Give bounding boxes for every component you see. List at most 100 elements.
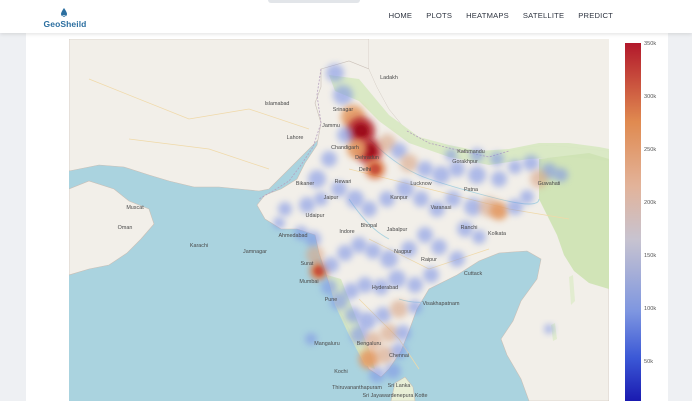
heat-blob xyxy=(357,277,373,293)
heat-blob xyxy=(417,161,433,177)
heat-blob xyxy=(351,237,367,253)
map-label-udaipur: Udaipur xyxy=(306,213,325,219)
nav-home[interactable]: HOME xyxy=(389,11,413,20)
map-label-thiruvananthapuram: Thiruvananthapuram xyxy=(332,385,382,391)
map-label-chandigarh: Chandigarh xyxy=(331,145,359,151)
heat-blob xyxy=(323,257,339,273)
heat-blob xyxy=(361,201,377,217)
map-label-muscat: Muscat xyxy=(126,205,144,211)
heat-blob xyxy=(273,217,285,229)
map-label-bikaner: Bikaner xyxy=(296,181,314,187)
heat-blob xyxy=(395,325,411,341)
heat-blob xyxy=(432,166,450,184)
heat-blob xyxy=(544,324,554,334)
heat-blob xyxy=(508,160,522,174)
map-label-pune: Pune xyxy=(325,297,338,303)
map-label-karachi: Karachi xyxy=(190,243,208,249)
heat-blob xyxy=(431,239,447,255)
colorbar-tick-100k: 100k xyxy=(644,306,657,312)
heat-blob xyxy=(423,267,439,283)
map-label-lahore: Lahore xyxy=(287,135,304,141)
heat-blob xyxy=(375,307,391,323)
heat-blob xyxy=(321,151,337,167)
map-label-colombo: Sri Jayawardenepura Kotte xyxy=(362,393,427,399)
map-label-raipur: Raipur xyxy=(421,257,437,263)
map-label-delhi: Delhi xyxy=(359,167,371,173)
heat-blob xyxy=(359,349,379,369)
colorbar-tick-200k: 200k xyxy=(644,200,657,206)
map-label-ladakh: Ladakh xyxy=(380,75,398,81)
heat-blob xyxy=(491,171,507,187)
map-label-srilanka: Sri Lanka xyxy=(388,383,411,389)
heat-blob xyxy=(333,85,353,105)
main-nav: HOME PLOTS HEATMAPS SATELLITE PREDICT xyxy=(389,11,613,20)
colorbar-tick-150k: 150k xyxy=(644,253,657,259)
brand-logo[interactable]: GeoSheild xyxy=(40,7,90,29)
heat-blob xyxy=(490,152,504,166)
map-label-oman: Oman xyxy=(118,225,133,231)
heat-blob xyxy=(472,230,486,244)
heat-blob xyxy=(385,363,401,379)
map-label-bhopal: Bhopal xyxy=(361,223,378,229)
map-label-gorakhpur: Gorakhpur xyxy=(452,159,478,165)
brand-name: GeoSheild xyxy=(43,19,87,29)
heat-blob xyxy=(299,197,315,213)
heat-blob xyxy=(523,155,539,171)
heat-blob xyxy=(326,64,344,82)
heat-blob xyxy=(365,243,381,259)
map-label-chennai: Chennai xyxy=(389,353,409,359)
heat-blob xyxy=(390,300,408,318)
map-label-ranchi: Ranchi xyxy=(461,225,478,231)
heat-blob xyxy=(449,251,465,267)
nav-plots[interactable]: PLOTS xyxy=(426,11,452,20)
map-label-bengaluru: Bengaluru xyxy=(357,341,382,347)
map-label-patna: Patna xyxy=(464,187,478,193)
nav-satellite[interactable]: SATELLITE xyxy=(523,11,564,20)
heat-blob xyxy=(346,190,364,208)
heat-core xyxy=(314,266,324,276)
map-label-jamnagar: Jamnagar xyxy=(243,249,267,255)
map-label-hyderabad: Hyderabad xyxy=(372,285,398,291)
map-label-kathmandu: Kathmandu xyxy=(457,149,485,155)
heat-core xyxy=(354,124,368,138)
map-label-kolkata: Kolkata xyxy=(488,231,506,237)
map-label-visakhapatnam: Visakhapatnam xyxy=(422,301,460,307)
heat-blob xyxy=(400,154,418,172)
map-label-guwahati: Guwahati xyxy=(538,181,561,187)
map-canvas: Srinagar Ladakh Jammu Chandigarh Dehradun Del… xyxy=(69,39,609,401)
heat-blob xyxy=(413,191,429,207)
top-navbar: GeoSheild HOME PLOTS HEATMAPS SATELLITE … xyxy=(0,0,692,33)
map-label-indore: Indore xyxy=(339,229,354,235)
map-label-mangaluru: Mangaluru xyxy=(314,341,339,347)
heat-blob xyxy=(321,279,337,295)
map-label-dehradun: Dehradun xyxy=(355,155,379,161)
map-label-rewari: Rewari xyxy=(335,179,352,185)
tab-hint xyxy=(268,0,360,3)
colorbar-tick-350k: 350k xyxy=(644,41,657,47)
map-label-jabalpur: Jabalpur xyxy=(387,227,408,233)
heat-blob xyxy=(520,190,534,204)
heatmap-map[interactable]: Srinagar Ladakh Jammu Chandigarh Dehradun Del… xyxy=(69,39,609,401)
map-label-cuttack: Cuttack xyxy=(464,271,483,277)
heat-blob xyxy=(507,199,523,215)
heat-blob xyxy=(554,168,568,182)
colorbar-tick-50k: 50k xyxy=(644,359,654,365)
heat-blob xyxy=(408,300,422,314)
map-label-surat: Surat xyxy=(301,261,314,267)
colorbar-tick-300k: 300k xyxy=(644,94,657,100)
heat-blob xyxy=(337,245,353,261)
heat-core xyxy=(370,164,380,174)
map-label-jaipur: Jaipur xyxy=(324,195,339,201)
map-label-lucknow: Lucknow xyxy=(410,181,431,187)
colorbar-tick-250k: 250k xyxy=(644,147,657,153)
map-label-jammu: Jammu xyxy=(322,123,340,129)
heat-blob xyxy=(407,277,423,293)
map-label-srinagar: Srinagar xyxy=(333,107,354,113)
heat-blob xyxy=(468,166,486,184)
heat-blob xyxy=(278,202,292,216)
nav-predict[interactable]: PREDICT xyxy=(578,11,613,20)
map-label-varanasi: Varanasi xyxy=(431,205,452,211)
heat-blob xyxy=(337,127,353,143)
heat-blob xyxy=(417,227,433,243)
nav-heatmaps[interactable]: HEATMAPS xyxy=(466,11,509,20)
